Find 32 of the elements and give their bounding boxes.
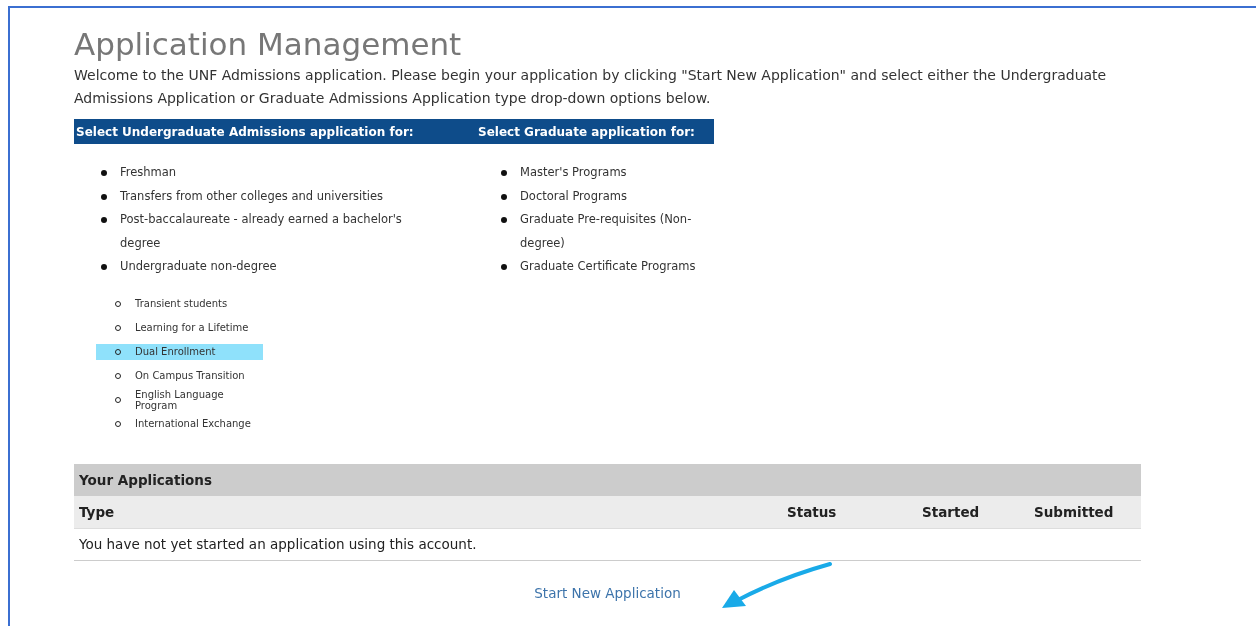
list-item: Doctoral Programs (520, 187, 628, 205)
section-header: Select Undergraduate Admissions application for: (74, 119, 474, 144)
list-item: Freshman (120, 164, 178, 181)
list-item: Graduate Certificate Programs (520, 258, 697, 275)
list-item: Post-baccalaureate - already earned a bachelor's degree (120, 211, 403, 252)
bullet-icon (501, 217, 507, 223)
column-header: Submitted (1034, 503, 1115, 520)
bullet-icon (101, 217, 107, 223)
bullet-icon (101, 193, 107, 200)
table-title: Your Applications (74, 463, 1141, 496)
welcome-text: Welcome to the UNF Admissions application. Please begin your application by clicking "Start New Application" and select either the Undergraduate Admissions Application or Graduate Admissions Application type drop-down options below. (74, 66, 1108, 108)
list-item: Master's Programs (520, 164, 628, 181)
list-item: Undergraduate non-degree (120, 258, 278, 275)
highlighted-list-item: Dual Enrollment (96, 343, 263, 360)
bullet-icon (501, 193, 507, 200)
list-item: International Exchange (96, 415, 263, 432)
bullet-icon (101, 264, 107, 270)
list-item: Learning for a Lifetime (96, 319, 263, 336)
section-header: Select Graduate application for: (474, 119, 714, 144)
list-item: On Campus Transition (96, 367, 263, 384)
column-header: Started (922, 503, 981, 520)
list-item: Transfers from other colleges and universities (120, 187, 385, 205)
column-header: Type (79, 503, 116, 520)
empty-message: You have not yet started an application using this account. (74, 528, 1141, 561)
start-new-application-link[interactable]: Start New Application (534, 584, 681, 601)
list-item: Transient students (96, 295, 263, 312)
bullet-icon (101, 170, 107, 176)
bullet-icon (501, 170, 507, 176)
column-header: Status (787, 503, 838, 520)
bullet-icon (501, 264, 507, 270)
page-title: Application Management (74, 25, 463, 64)
list-item: Graduate Pre-requisites (Non-degree) (520, 211, 693, 252)
